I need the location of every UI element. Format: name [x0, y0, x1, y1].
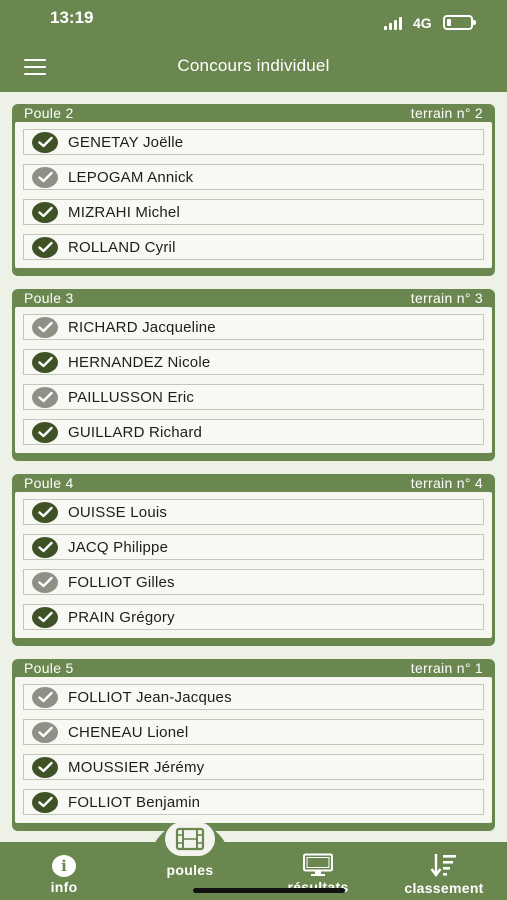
- home-indicator: [193, 888, 345, 893]
- status-time: 13:19: [50, 8, 94, 27]
- player-row[interactable]: RICHARD Jacqueline: [23, 314, 484, 340]
- player-name: MIZRAHI Michel: [68, 203, 180, 221]
- player-name: FOLLIOT Benjamin: [68, 793, 201, 811]
- nav-info-label: info: [50, 879, 78, 895]
- player-name: RICHARD Jacqueline: [68, 318, 216, 336]
- signal-icon: [384, 16, 404, 30]
- player-row[interactable]: LEPOGAM Annick: [23, 164, 484, 190]
- player-name: MOUSSIER Jérémy: [68, 758, 205, 776]
- poule-body: GENETAY Joëlle LEPOGAM Annick MIZRAHI Mich…: [15, 122, 492, 268]
- film-icon[interactable]: [165, 822, 215, 856]
- network-label: 4G: [413, 15, 432, 31]
- check-icon[interactable]: [32, 501, 58, 523]
- player-row[interactable]: ROLLAND Cyril: [23, 234, 484, 260]
- battery-icon: [443, 15, 476, 30]
- player-name: HERNANDEZ Nicole: [68, 353, 211, 371]
- player-row[interactable]: OUISSE Louis: [23, 499, 484, 525]
- player-row[interactable]: PAILLUSSON Eric: [23, 384, 484, 410]
- poule-card: Poule 4 terrain n° 4 OUISSE Louis JACQ Phil…: [12, 474, 495, 646]
- check-icon[interactable]: [32, 791, 58, 813]
- player-name: JACQ Philippe: [68, 538, 169, 556]
- nav-info[interactable]: i info: [40, 855, 88, 895]
- player-name: ROLLAND Cyril: [68, 238, 176, 256]
- check-icon[interactable]: [32, 236, 58, 258]
- poule-body: RICHARD Jacqueline HERNANDEZ Nicole PAILLU…: [15, 307, 492, 453]
- player-name: PAILLUSSON Eric: [68, 388, 195, 406]
- player-row[interactable]: FOLLIOT Jean-Jacques: [23, 684, 484, 710]
- check-icon-inactive[interactable]: [32, 571, 58, 593]
- player-row[interactable]: FOLLIOT Gilles: [23, 569, 484, 595]
- poule-card: Poule 2 terrain n° 2 GENETAY Joëlle LEPOGAM…: [12, 104, 495, 276]
- player-row[interactable]: MIZRAHI Michel: [23, 199, 484, 225]
- page-title: Concours individuel: [177, 56, 330, 75]
- nav-poules-label: poules: [166, 862, 214, 878]
- poule-name: Poule 2: [24, 105, 74, 121]
- check-icon-inactive[interactable]: [32, 686, 58, 708]
- poule-body: FOLLIOT Jean-Jacques CHENEAU Lionel MOUSSI…: [15, 677, 492, 823]
- player-name: FOLLIOT Gilles: [68, 573, 175, 591]
- check-icon[interactable]: [32, 131, 58, 153]
- check-icon-inactive[interactable]: [32, 721, 58, 743]
- poules-list: Poule 2 terrain n° 2 GENETAY Joëlle LEPOGAM…: [12, 104, 495, 844]
- poule-name: Poule 5: [24, 660, 74, 676]
- poule-header: Poule 4 terrain n° 4: [12, 474, 495, 492]
- sort-icon: [430, 852, 458, 878]
- player-name: GUILLARD Richard: [68, 423, 203, 441]
- player-row[interactable]: HERNANDEZ Nicole: [23, 349, 484, 375]
- poule-header: Poule 5 terrain n° 1: [12, 659, 495, 677]
- player-name: GENETAY Joëlle: [68, 133, 184, 151]
- player-name: CHENEAU Lionel: [68, 723, 189, 741]
- poule-terrain: terrain n° 3: [410, 290, 483, 306]
- nav-classement-label: classement: [404, 880, 484, 896]
- player-name: LEPOGAM Annick: [68, 168, 194, 186]
- monitor-icon: [302, 853, 334, 877]
- player-name: FOLLIOT Jean-Jacques: [68, 688, 232, 706]
- nav-poules[interactable]: poules: [150, 862, 230, 878]
- poule-name: Poule 3: [24, 290, 74, 306]
- player-row[interactable]: GUILLARD Richard: [23, 419, 484, 445]
- poule-terrain: terrain n° 4: [410, 475, 483, 491]
- poule-header: Poule 2 terrain n° 2: [12, 104, 495, 122]
- check-icon[interactable]: [32, 606, 58, 628]
- check-icon[interactable]: [32, 351, 58, 373]
- info-icon: i: [52, 855, 76, 877]
- check-icon[interactable]: [32, 756, 58, 778]
- poule-card: Poule 3 terrain n° 3 RICHARD Jacqueline HER…: [12, 289, 495, 461]
- poule-terrain: terrain n° 2: [410, 105, 483, 121]
- player-row[interactable]: CHENEAU Lionel: [23, 719, 484, 745]
- poule-header: Poule 3 terrain n° 3: [12, 289, 495, 307]
- status-bar: 13:19 4G: [0, 0, 507, 40]
- check-icon[interactable]: [32, 421, 58, 443]
- player-row[interactable]: GENETAY Joëlle: [23, 129, 484, 155]
- player-name: PRAIN Grégory: [68, 608, 175, 626]
- player-row[interactable]: PRAIN Grégory: [23, 604, 484, 630]
- player-row[interactable]: JACQ Philippe: [23, 534, 484, 560]
- player-name: OUISSE Louis: [68, 503, 168, 521]
- poule-terrain: terrain n° 1: [410, 660, 483, 676]
- check-icon-inactive[interactable]: [32, 166, 58, 188]
- check-icon-inactive[interactable]: [32, 316, 58, 338]
- app-header: Concours individuel: [0, 40, 507, 92]
- nav-classement[interactable]: classement: [394, 852, 494, 896]
- check-icon[interactable]: [32, 201, 58, 223]
- poule-card: Poule 5 terrain n° 1 FOLLIOT Jean-Jacques C…: [12, 659, 495, 831]
- check-icon-inactive[interactable]: [32, 386, 58, 408]
- poule-body: OUISSE Louis JACQ Philippe FOLLIOT Gilles P…: [15, 492, 492, 638]
- player-row[interactable]: MOUSSIER Jérémy: [23, 754, 484, 780]
- check-icon[interactable]: [32, 536, 58, 558]
- player-row[interactable]: FOLLIOT Benjamin: [23, 789, 484, 815]
- poule-name: Poule 4: [24, 475, 74, 491]
